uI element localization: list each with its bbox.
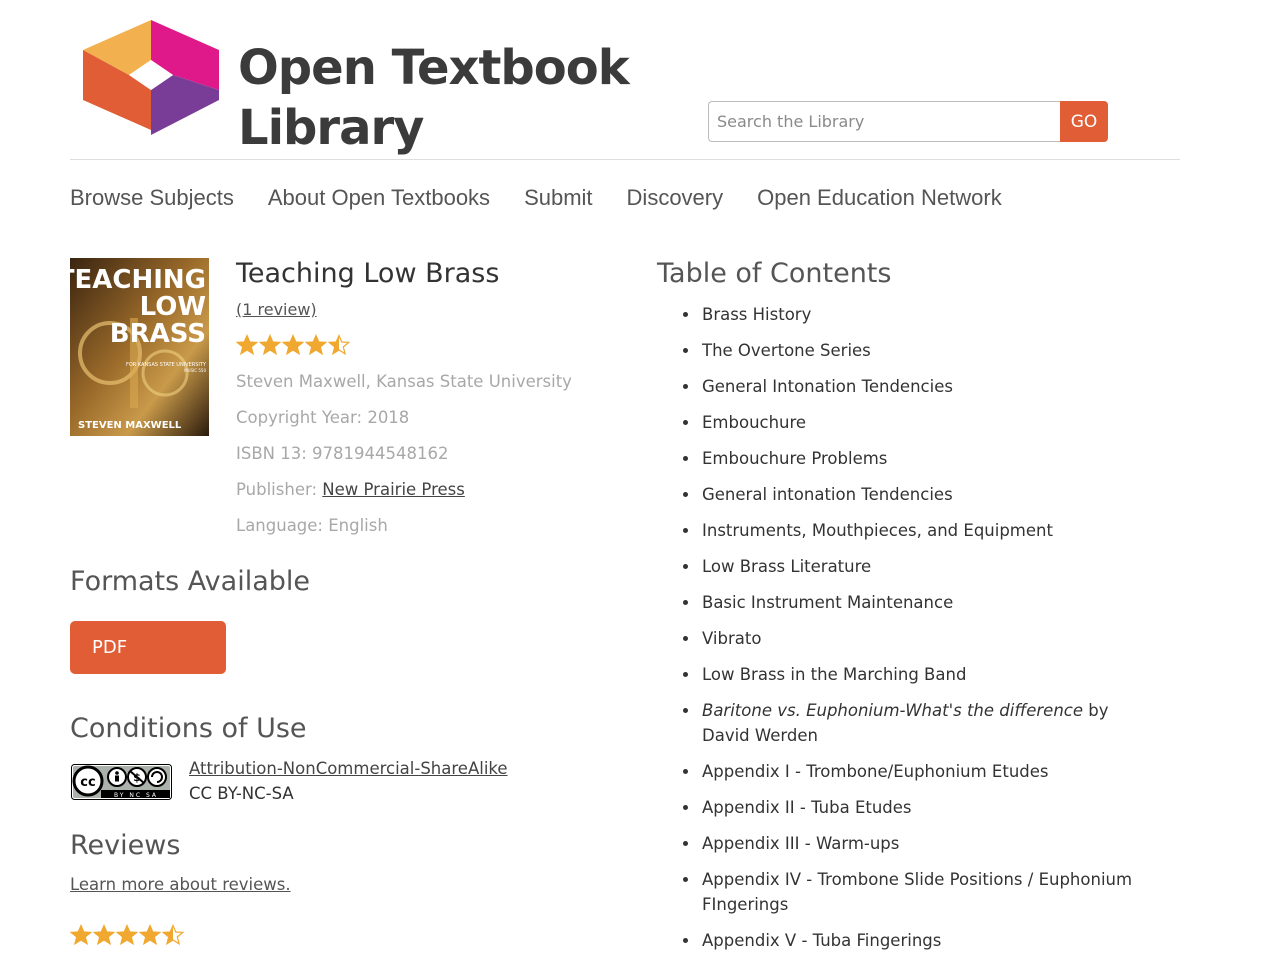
star-full-icon [116, 924, 138, 946]
header-divider [70, 159, 1180, 160]
toc-item-text: General Intonation Tendencies [702, 377, 953, 396]
toc-item: General Intonation Tendencies [680, 374, 1160, 399]
toc-item-text: Brass History [702, 305, 812, 324]
book-publisher: Publisher: New Prairie Press [236, 480, 636, 500]
toc-item-text: Embouchure [702, 413, 807, 432]
toc-item-title-italic: Baritone vs. Euphonium-What's the differ… [702, 701, 1083, 720]
nav-about-open-textbooks[interactable]: About Open Textbooks [268, 182, 490, 214]
conditions-title: Conditions of Use [70, 713, 307, 744]
toc-item-text: Appendix IV - Trombone Slide Positions /… [702, 870, 1133, 914]
cover-title-1: TEACHING [70, 265, 206, 295]
open-textbook-library-logo-icon[interactable] [78, 10, 224, 140]
toc-item: Instruments, Mouthpieces, and Equipment [680, 518, 1160, 543]
review-count-link[interactable]: (1 review) [236, 300, 636, 320]
star-full-icon [282, 334, 304, 356]
nav-submit[interactable]: Submit [524, 182, 592, 214]
toc-item: Appendix I - Trombone/Euphonium Etudes [680, 759, 1160, 784]
toc-item: Brass History [680, 302, 1160, 327]
toc-item-text: Appendix V - Tuba Fingerings [702, 931, 942, 950]
toc-item: General intonation Tendencies [680, 482, 1160, 507]
learn-more-reviews-link[interactable]: Learn more about reviews. [70, 874, 291, 896]
svg-text:cc: cc [80, 775, 95, 790]
book-language: Language: English [236, 516, 388, 535]
toc-item: Appendix III - Warm-ups [680, 831, 1160, 856]
star-full-icon [259, 334, 281, 356]
logo-line-2: Library [238, 100, 424, 156]
book-cover-image: TEACHING LOW BRASS FOR KANSAS STATE UNIV… [70, 258, 209, 436]
toc-item: Low Brass Literature [680, 554, 1160, 579]
cover-title-3: BRASS [110, 319, 206, 349]
cc-license-badge-icon[interactable]: cc $ BY NC SA [71, 764, 172, 800]
cover-author: STEVEN MAXWELL [78, 420, 182, 431]
toc-item-text: Embouchure Problems [702, 449, 888, 468]
publisher-link[interactable]: New Prairie Press [322, 480, 465, 499]
site-logo-text[interactable]: Open Textbook Library [238, 38, 630, 158]
book-title: Teaching Low Brass [236, 258, 500, 289]
nav-open-education-network[interactable]: Open Education Network [757, 182, 1002, 214]
search-form: GO [708, 101, 1108, 142]
star-half-icon [328, 334, 350, 356]
star-half-icon [162, 924, 184, 946]
toc-item-text: Low Brass Literature [702, 557, 872, 576]
formats-title: Formats Available [70, 566, 311, 597]
toc-item-text: Vibrato [702, 629, 762, 648]
toc-item: Baritone vs. Euphonium-What's the differ… [680, 698, 1160, 748]
toc-item: Appendix V - Tuba Fingerings [680, 928, 1160, 953]
nav-discovery[interactable]: Discovery [627, 182, 724, 214]
toc-item: Low Brass in the Marching Band [680, 662, 1160, 687]
license-code: CC BY-NC-SA [189, 784, 294, 803]
cover-course: MUSIC 550 [184, 368, 206, 373]
star-full-icon [93, 924, 115, 946]
toc-item: Appendix IV - Trombone Slide Positions /… [680, 867, 1160, 917]
star-full-icon [70, 924, 92, 946]
toc-item: Embouchure Problems [680, 446, 1160, 471]
book-copyright: Copyright Year: 2018 [236, 408, 410, 427]
star-full-icon [139, 924, 161, 946]
toc-item: Vibrato [680, 626, 1160, 651]
toc-item: The Overtone Series [680, 338, 1160, 363]
main-nav: Browse Subjects About Open Textbooks Sub… [70, 182, 1036, 214]
book-author: Steven Maxwell, Kansas State University [236, 372, 572, 391]
cc-badge-label: BY NC SA [114, 792, 158, 799]
search-input[interactable] [708, 101, 1060, 142]
toc-list: Brass History The Overtone Series General … [680, 302, 1160, 964]
toc-item-text: General intonation Tendencies [702, 485, 953, 504]
toc-item-text: Instruments, Mouthpieces, and Equipment [702, 521, 1053, 540]
toc-item-text: The Overtone Series [702, 341, 871, 360]
reviews-title: Reviews [70, 830, 181, 861]
book-isbn: ISBN 13: 9781944548162 [236, 444, 449, 463]
publisher-label: Publisher: [236, 480, 318, 499]
book-rating-stars [236, 334, 636, 356]
logo-line-1: Open Textbook [238, 40, 630, 96]
toc-item-text: Appendix I - Trombone/Euphonium Etudes [702, 762, 1049, 781]
site-header: Open Textbook Library GO [0, 0, 1280, 160]
toc-item: Embouchure [680, 410, 1160, 435]
toc-item-text: Appendix II - Tuba Etudes [702, 798, 912, 817]
cover-title-2: LOW [140, 292, 206, 322]
pdf-download-button[interactable]: PDF [70, 621, 226, 674]
nav-browse-subjects[interactable]: Browse Subjects [70, 182, 234, 214]
toc-item: Appendix II - Tuba Etudes [680, 795, 1160, 820]
toc-item-text: Basic Instrument Maintenance [702, 593, 954, 612]
reviews-rating-stars [70, 924, 185, 946]
star-full-icon [305, 334, 327, 356]
license-link[interactable]: Attribution-NonCommercial-ShareAlike [189, 758, 508, 780]
search-go-button[interactable]: GO [1060, 101, 1108, 142]
star-full-icon [236, 334, 258, 356]
book-info: Teaching Low Brass (1 review) Steven Max… [236, 256, 636, 536]
toc-item-text: Appendix III - Warm-ups [702, 834, 900, 853]
toc-title: Table of Contents [657, 258, 892, 289]
toc-item: Basic Instrument Maintenance [680, 590, 1160, 615]
toc-item-text: Low Brass in the Marching Band [702, 665, 967, 684]
